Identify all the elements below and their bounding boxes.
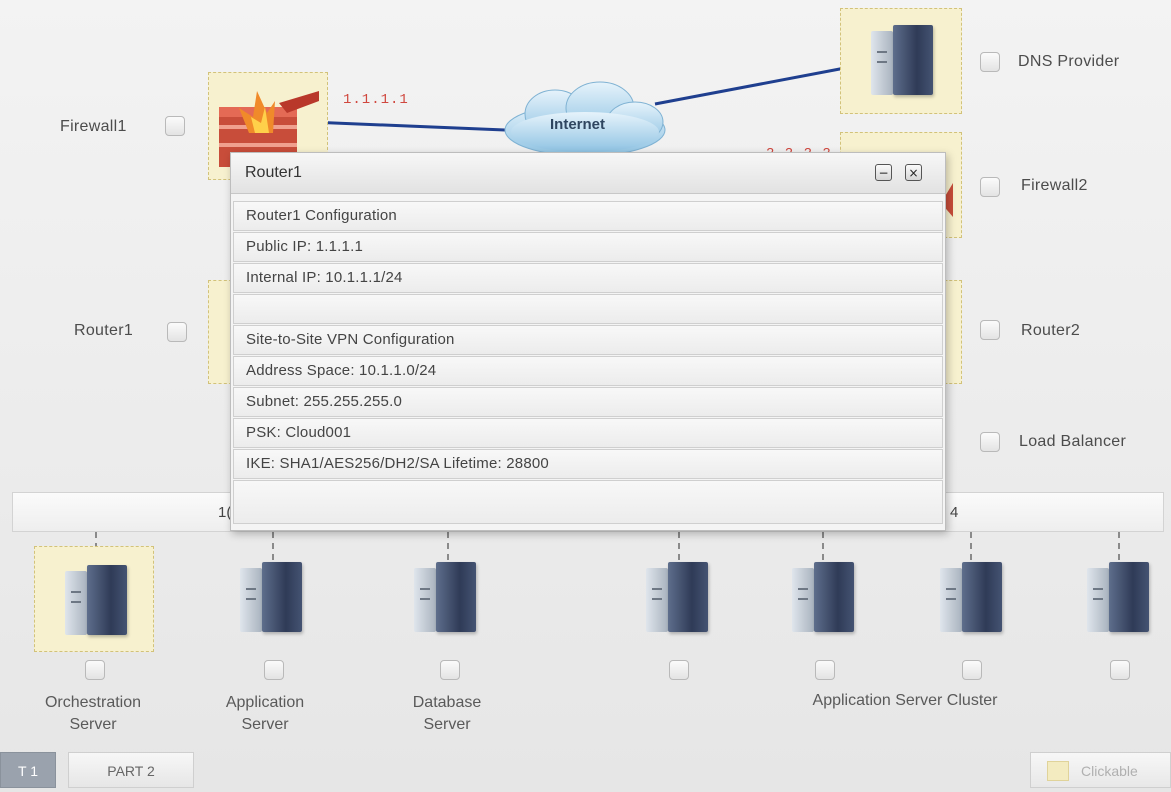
config-row: Public IP: 1.1.1.1 — [233, 232, 943, 262]
window-title: Router1 — [245, 164, 302, 181]
legend-swatch — [1047, 761, 1069, 781]
config-row: Address Space: 10.1.1.0/24 — [233, 356, 943, 386]
link-firewall1-internet — [309, 120, 506, 132]
server-icon — [871, 25, 933, 97]
minimize-button[interactable]: − — [875, 164, 892, 181]
router1-config-window[interactable]: Router1 − × Router1 Configuration Public… — [230, 152, 946, 531]
dns-provider-label: DNS Provider — [1018, 53, 1120, 70]
database-server-checkbox[interactable] — [440, 660, 460, 680]
config-row: Subnet: 255.255.255.0 — [233, 387, 943, 417]
application-server-icon[interactable] — [240, 562, 302, 634]
config-row: PSK: Cloud001 — [233, 418, 943, 448]
bus-right-text: 4 — [950, 504, 959, 521]
cluster-server-icon[interactable] — [646, 562, 708, 634]
cluster-server-3-checkbox[interactable] — [962, 660, 982, 680]
config-row — [233, 480, 943, 524]
server-icon — [65, 565, 127, 637]
cluster-server-1-checkbox[interactable] — [669, 660, 689, 680]
drop-line — [447, 532, 449, 560]
router1-checkbox[interactable] — [167, 322, 187, 342]
drop-line — [1118, 532, 1120, 560]
close-button[interactable]: × — [905, 164, 922, 181]
label-line: Application — [225, 694, 305, 711]
dns-provider-node[interactable] — [840, 8, 962, 114]
label-line: Server — [241, 716, 289, 733]
dns-provider-checkbox[interactable] — [980, 52, 1000, 72]
label-line: Orchestration — [44, 694, 142, 711]
clickable-legend: Clickable — [1030, 752, 1171, 788]
orchestration-server-label: Orchestration Server — [18, 692, 168, 736]
config-row: Router1 Configuration — [233, 201, 943, 231]
database-server-label: Database Server — [372, 692, 522, 736]
cluster-server-icon[interactable] — [792, 562, 854, 634]
config-row — [233, 294, 943, 324]
cluster-label: Application Server Cluster — [812, 692, 998, 709]
router1-label: Router1 — [74, 322, 134, 339]
firewall1-ip: 1.1.1.1 — [343, 92, 409, 108]
clickable-legend-label: Clickable — [1081, 763, 1138, 779]
firewall2-checkbox[interactable] — [980, 177, 1000, 197]
firewall2-label: Firewall2 — [1021, 177, 1088, 194]
config-row: Site-to-Site VPN Configuration — [233, 325, 943, 355]
label-line: Server — [69, 716, 117, 733]
cluster-server-2-checkbox[interactable] — [815, 660, 835, 680]
cluster-server-icon[interactable] — [940, 562, 1002, 634]
drop-line — [822, 532, 824, 560]
config-row: Internal IP: 10.1.1.1/24 — [233, 263, 943, 293]
cluster-server-icon[interactable] — [1087, 562, 1149, 634]
router2-label: Router2 — [1021, 322, 1081, 339]
application-server-checkbox[interactable] — [264, 660, 284, 680]
link-internet-dns — [654, 66, 846, 106]
load-balancer-label: Load Balancer — [1019, 433, 1127, 450]
window-titlebar[interactable]: Router1 − × — [231, 153, 945, 194]
orchestration-server-checkbox[interactable] — [85, 660, 105, 680]
cluster-server-4-checkbox[interactable] — [1110, 660, 1130, 680]
firewall1-label: Firewall1 — [60, 118, 127, 135]
load-balancer-checkbox[interactable] — [980, 432, 1000, 452]
database-server-icon[interactable] — [414, 562, 476, 634]
drop-line — [970, 532, 972, 560]
tab-part-2[interactable]: PART 2 — [68, 752, 194, 788]
application-server-label: Application Server — [190, 692, 340, 736]
orchestration-server-node[interactable] — [34, 546, 154, 652]
label-line: Server — [423, 716, 471, 733]
drop-line — [678, 532, 680, 560]
router2-checkbox[interactable] — [980, 320, 1000, 340]
label-line: Database — [412, 694, 482, 711]
drop-line — [272, 532, 274, 560]
config-row: IKE: SHA1/AES256/DH2/SA Lifetime: 28800 — [233, 449, 943, 479]
tab-part-1[interactable]: T 1 — [0, 752, 56, 788]
internet-label: Internet — [550, 116, 606, 133]
firewall1-checkbox[interactable] — [165, 116, 185, 136]
